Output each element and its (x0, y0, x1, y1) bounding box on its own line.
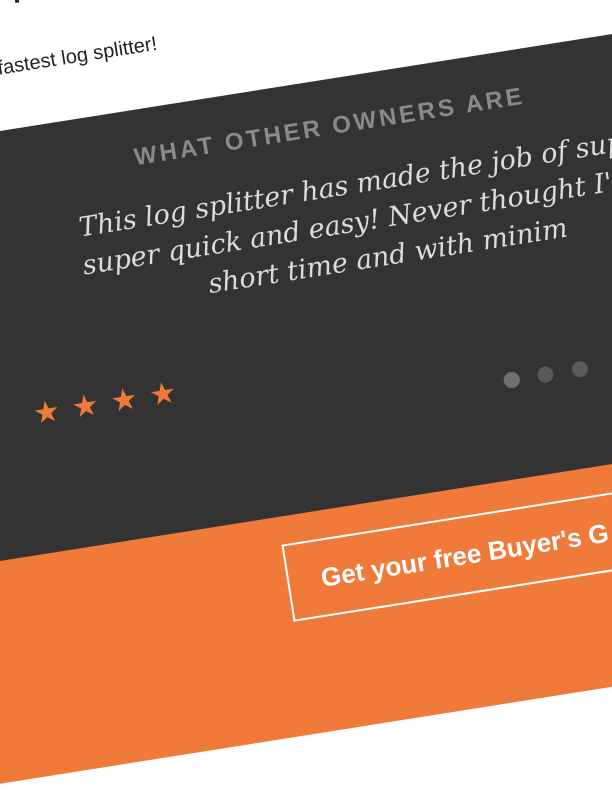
star-rating: ★ ★ ★ ★ (31, 375, 181, 433)
star-icon: ★ (108, 381, 142, 419)
carousel-dot[interactable] (502, 370, 521, 390)
tagline: fastest log splitter! (0, 32, 159, 80)
carousel-dot[interactable] (570, 360, 589, 379)
page-title: Kinetic M (6, 0, 184, 13)
buyers-guide-button-label: Get your free Buyer's G (318, 517, 611, 593)
carousel-dot[interactable] (536, 365, 555, 384)
star-icon: ★ (30, 393, 65, 432)
page: Kinetic M fastest log splitter! WHAT OTH… (0, 0, 612, 797)
star-icon: ★ (69, 387, 104, 425)
star-icon: ★ (147, 375, 181, 413)
carousel-dots (502, 358, 604, 394)
